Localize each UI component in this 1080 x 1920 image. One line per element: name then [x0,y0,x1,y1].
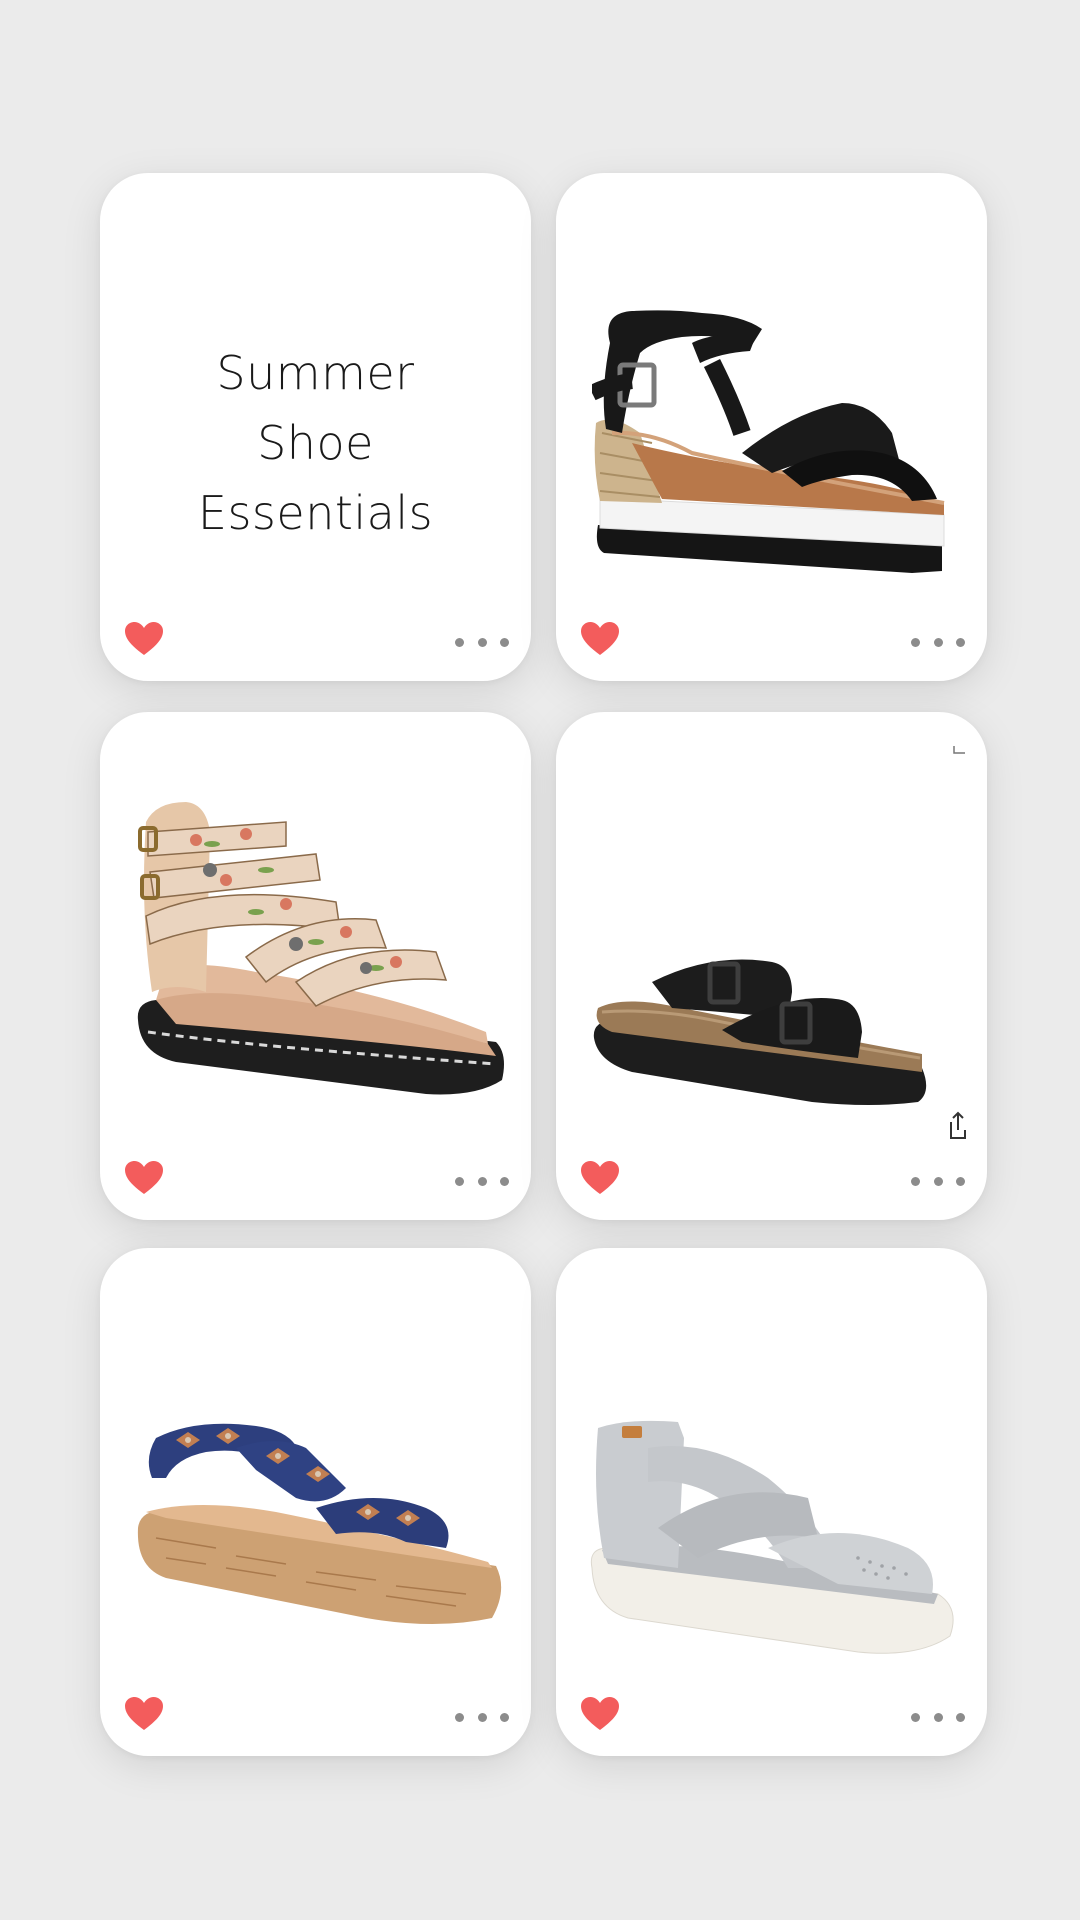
more-dot-icon [933,1712,943,1722]
more-dot-icon [500,1712,509,1722]
board-title-line: Essentials [197,486,434,540]
black-wedge-sandal-image [592,310,945,573]
heart-icon[interactable] [124,1160,164,1196]
more-dot-icon [500,637,509,647]
more-options-button[interactable] [911,635,965,649]
heart-icon[interactable] [124,621,164,657]
product-card[interactable] [556,1248,987,1756]
more-options-button[interactable] [455,635,509,649]
more-dot-icon [477,1712,487,1722]
board-title-line: Summer [216,346,415,400]
product-card[interactable] [100,712,531,1220]
more-dot-icon [477,1176,487,1186]
heart-icon[interactable] [580,621,620,657]
product-card[interactable] [556,173,987,681]
more-dot-icon [956,637,965,647]
title-card[interactable]: Summer Shoe Essentials [100,173,531,681]
more-dot-icon [455,637,464,647]
product-card[interactable] [100,1248,531,1756]
more-dot-icon [911,1712,920,1722]
black-two-strap-slide-image [593,959,927,1105]
product-card[interactable] [556,712,987,1220]
more-dot-icon [956,1712,965,1722]
more-dot-icon [455,1712,464,1722]
heart-icon[interactable] [580,1160,620,1196]
more-dot-icon [933,1176,943,1186]
tribal-cork-platform-sandal-image [137,1423,502,1624]
more-options-button[interactable] [911,1710,965,1724]
more-dot-icon [956,1176,965,1186]
more-options-button[interactable] [455,1710,509,1724]
corner-mark-icon [953,746,965,754]
heart-icon[interactable] [124,1696,164,1732]
more-options-button[interactable] [911,1174,965,1188]
grey-cross-strap-sandal-image [590,1420,954,1654]
floral-gladiator-sandal-image [137,802,504,1095]
more-dot-icon [911,1176,920,1186]
more-dot-icon [933,637,943,647]
board-title: Summer Shoe Essentials [100,338,531,548]
more-dot-icon [477,637,487,647]
more-dot-icon [455,1176,464,1186]
more-dot-icon [500,1176,509,1186]
share-icon[interactable] [947,1110,969,1140]
more-options-button[interactable] [455,1174,509,1188]
more-dot-icon [911,637,920,647]
board-page: Summer Shoe Essentials [0,0,1080,1920]
board-title-line: Shoe [257,416,374,470]
heart-icon[interactable] [580,1696,620,1732]
